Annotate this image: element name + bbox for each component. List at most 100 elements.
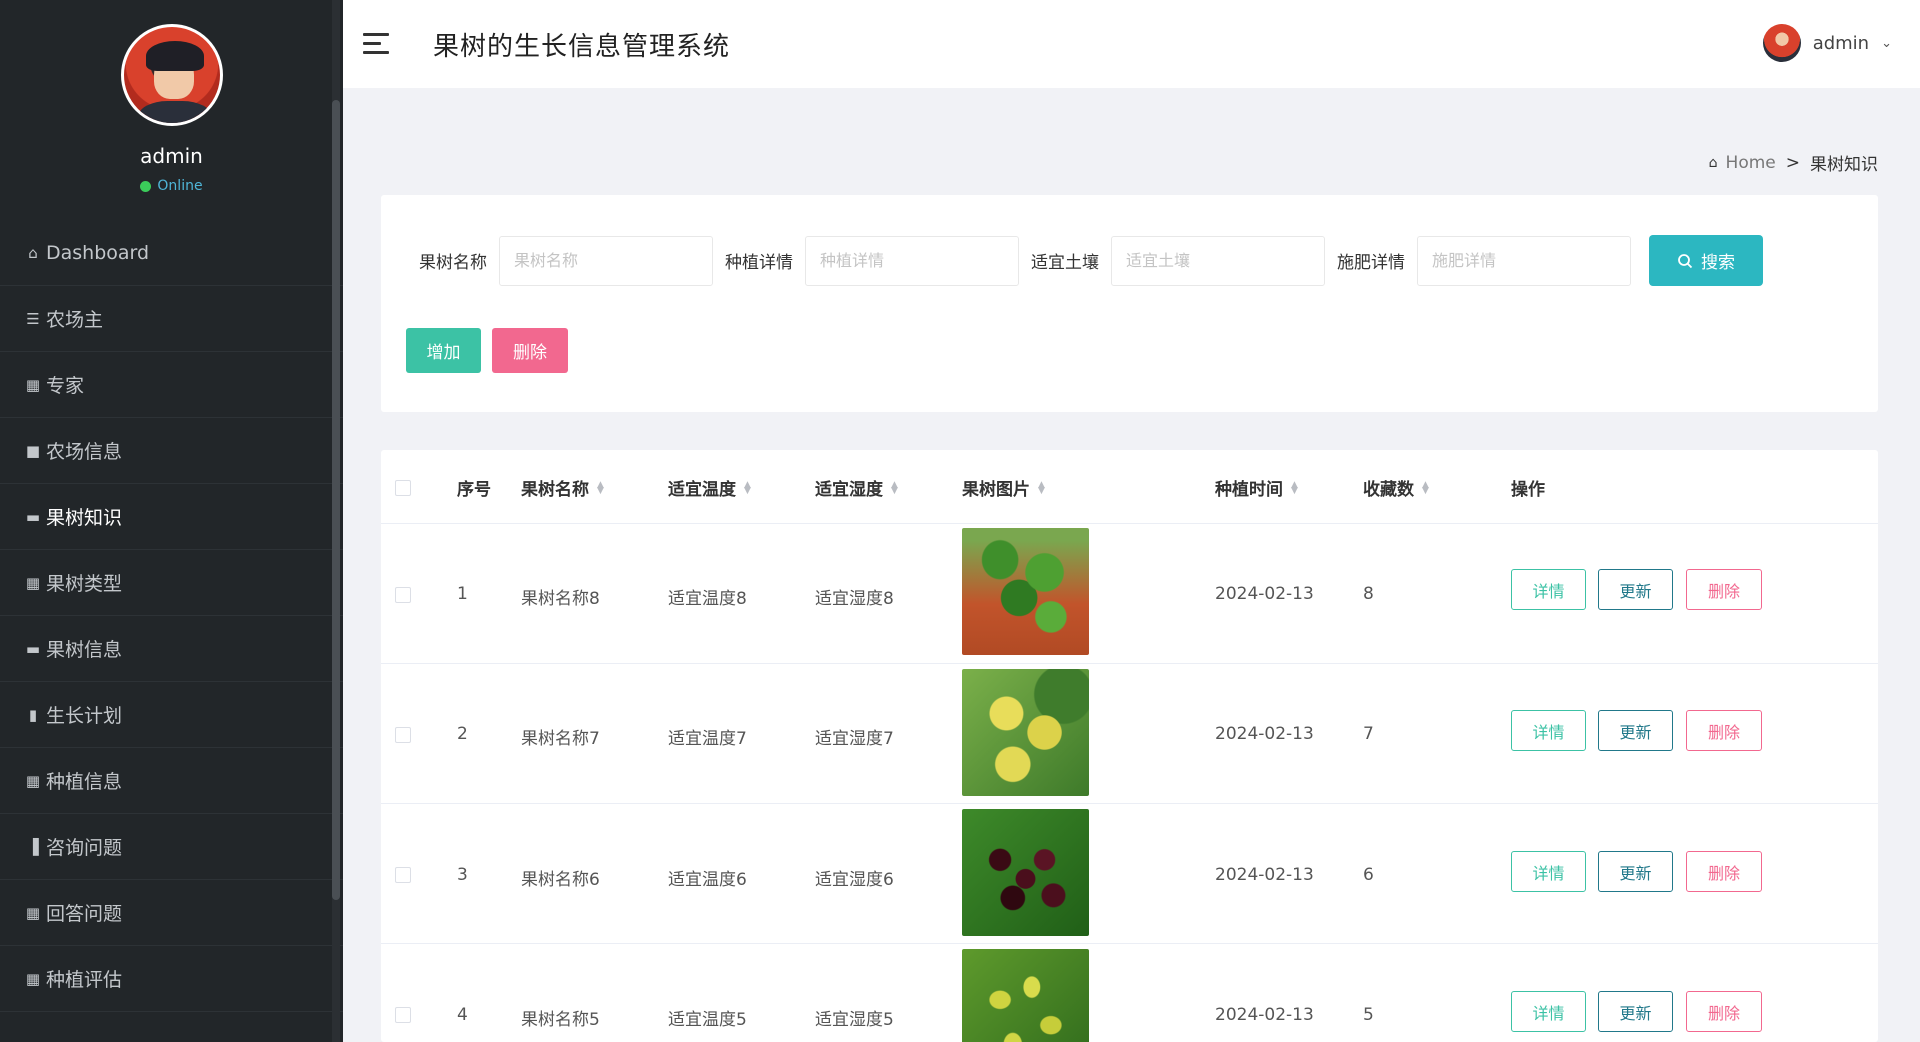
column-label: 果树图片 <box>962 480 1030 500</box>
sidebar-scrollbar-thumb[interactable] <box>332 100 340 900</box>
sidebar-item-dashboard[interactable]: ⌂ Dashboard <box>0 220 343 286</box>
online-dot-icon <box>140 180 152 192</box>
column-header-favorites[interactable]: 收藏数 ▲ ▼ <box>1363 475 1429 500</box>
search-button[interactable]: 搜索 <box>1649 235 1763 286</box>
user-menu[interactable]: admin ⌄ <box>1762 24 1892 62</box>
update-button[interactable]: 更新 <box>1598 991 1673 1032</box>
sidebar-item-farmer[interactable]: ☰ 农场主 <box>0 286 343 352</box>
book-icon: ▮ <box>28 705 38 724</box>
sidebar-item-label: 农场信息 <box>46 441 123 463</box>
row-checkbox[interactable] <box>395 587 411 603</box>
grid-icon: ▦ <box>25 969 41 988</box>
camera-icon: ■ <box>25 441 41 460</box>
detail-button[interactable]: 详情 <box>1511 851 1586 892</box>
row-checkbox[interactable] <box>395 727 411 743</box>
delete-button[interactable]: 删除 <box>1686 991 1762 1032</box>
row-humidity: 适宜湿度6 <box>815 870 894 890</box>
sidebar-item-label: 果树类型 <box>46 573 123 595</box>
column-header-date[interactable]: 种植时间 ▲ ▼ <box>1215 475 1298 500</box>
row-checkbox[interactable] <box>395 1007 411 1023</box>
row-name: 果树名称6 <box>521 870 600 890</box>
fruit-name-label: 果树名称 <box>419 253 487 273</box>
sidebar-item-label: 咨询问题 <box>46 837 123 859</box>
column-header-name[interactable]: 果树名称 ▲ ▼ <box>521 475 604 500</box>
sort-icon: ▲ ▼ <box>1038 479 1045 496</box>
sidebar-item-evaluation[interactable]: ▦ 种植评估 <box>0 946 343 1012</box>
soil-label: 适宜土壤 <box>1031 253 1099 273</box>
sidebar-item-fruit-info[interactable]: ▬ 果树信息 <box>0 616 343 682</box>
column-header-image[interactable]: 果树图片 ▲ ▼ <box>962 475 1045 500</box>
detail-button[interactable]: 详情 <box>1511 710 1586 751</box>
detail-button[interactable]: 详情 <box>1511 569 1586 610</box>
sidebar-item-label: 生长计划 <box>46 705 123 727</box>
row-favorites: 5 <box>1363 1005 1374 1025</box>
row-temp: 适宜温度8 <box>668 589 747 609</box>
row-index: 3 <box>457 865 468 885</box>
sidebar-item-planting-info[interactable]: ▦ 种植信息 <box>0 748 343 814</box>
row-date: 2024-02-13 <box>1215 724 1314 744</box>
update-button[interactable]: 更新 <box>1598 569 1673 610</box>
breadcrumb-home[interactable]: ⌂ Home <box>1709 153 1776 173</box>
home-icon: ⌂ <box>1708 154 1718 171</box>
update-button[interactable]: 更新 <box>1598 710 1673 751</box>
sidebar-item-fruit-type[interactable]: ▦ 果树类型 <box>0 550 343 616</box>
table-row: 1 果树名称8 适宜温度8 适宜湿度8 2024-02-13 8 详情 更新 删… <box>381 524 1878 664</box>
profile-status: Online <box>140 178 203 194</box>
fruit-image[interactable] <box>962 809 1089 936</box>
row-name: 果树名称8 <box>521 589 600 609</box>
row-favorites: 7 <box>1363 724 1374 744</box>
table-row: 3 果树名称6 适宜温度6 适宜湿度6 2024-02-13 6 详情 更新 删… <box>381 804 1878 944</box>
delete-button[interactable]: 删除 <box>1686 851 1762 892</box>
table-row: 2 果树名称7 适宜温度7 适宜湿度7 2024-02-13 7 详情 更新 删… <box>381 664 1878 804</box>
column-label: 种植时间 <box>1215 480 1283 500</box>
add-button[interactable]: 增加 <box>406 328 481 373</box>
update-button[interactable]: 更新 <box>1598 851 1673 892</box>
sidebar-item-label: 农场主 <box>46 309 104 331</box>
planting-detail-input[interactable] <box>805 235 1019 286</box>
sidebar-item-label: 果树信息 <box>46 639 123 661</box>
monitor-icon: ▬ <box>25 639 41 658</box>
fruit-image[interactable] <box>962 949 1089 1042</box>
row-date: 2024-02-13 <box>1215 584 1314 604</box>
sidebar-item-label: 专家 <box>46 375 85 397</box>
row-checkbox[interactable] <box>395 867 411 883</box>
column-header-actions: 操作 <box>1511 475 1545 500</box>
column-label: 适宜温度 <box>668 480 736 500</box>
user-name: admin <box>1812 32 1870 54</box>
detail-button[interactable]: 详情 <box>1511 991 1586 1032</box>
column-header-temp[interactable]: 适宜温度 ▲ ▼ <box>668 475 751 500</box>
menu-toggle-icon[interactable] <box>363 31 393 57</box>
grid-icon: ▦ <box>25 771 41 790</box>
sidebar-item-answers[interactable]: ▦ 回答问题 <box>0 880 343 946</box>
table-row: 4 果树名称5 适宜温度5 适宜湿度5 2024-02-13 5 详情 更新 删… <box>381 944 1878 1042</box>
fruit-image[interactable] <box>962 528 1089 655</box>
select-all-checkbox[interactable] <box>395 480 411 496</box>
briefcase-icon: ▬ <box>25 507 41 526</box>
search-icon <box>1678 253 1693 268</box>
sidebar-item-growth-plan[interactable]: ▮ 生长计划 <box>0 682 343 748</box>
user-avatar <box>1762 24 1801 62</box>
sort-icon: ▲ ▼ <box>1422 479 1429 496</box>
sidebar-item-fruit-knowledge[interactable]: ▬ 果树知识 <box>0 484 343 550</box>
list-icon: ☰ <box>26 309 40 328</box>
breadcrumb: ⌂ Home > 果树知识 <box>1709 150 1878 176</box>
planting-detail-label: 种植详情 <box>725 253 793 273</box>
delete-button[interactable]: 删除 <box>1686 710 1762 751</box>
fruit-image[interactable] <box>962 669 1089 796</box>
soil-input[interactable] <box>1111 235 1325 286</box>
column-label: 收藏数 <box>1363 480 1414 500</box>
sidebar-item-expert[interactable]: ▦ 专家 <box>0 352 343 418</box>
column-header-humidity[interactable]: 适宜湿度 ▲ ▼ <box>815 475 898 500</box>
delete-button[interactable]: 删除 <box>1686 569 1762 610</box>
fertilizer-input[interactable] <box>1417 235 1631 286</box>
fruit-name-input[interactable] <box>499 235 713 286</box>
row-index: 4 <box>457 1005 468 1025</box>
column-header-index: 序号 <box>457 475 491 500</box>
sidebar-item-questions[interactable]: ▐ 咨询问题 <box>0 814 343 880</box>
bulk-delete-button[interactable]: 删除 <box>492 328 568 373</box>
profile-name: admin <box>140 144 203 168</box>
sidebar-item-farm-info[interactable]: ■ 农场信息 <box>0 418 343 484</box>
sidebar: admin Online ⌂ Dashboard ☰ 农场主 ▦ 专家 ■ 农场信息 ▬… <box>0 0 343 1042</box>
row-date: 2024-02-13 <box>1215 1005 1314 1025</box>
avatar <box>120 24 223 126</box>
